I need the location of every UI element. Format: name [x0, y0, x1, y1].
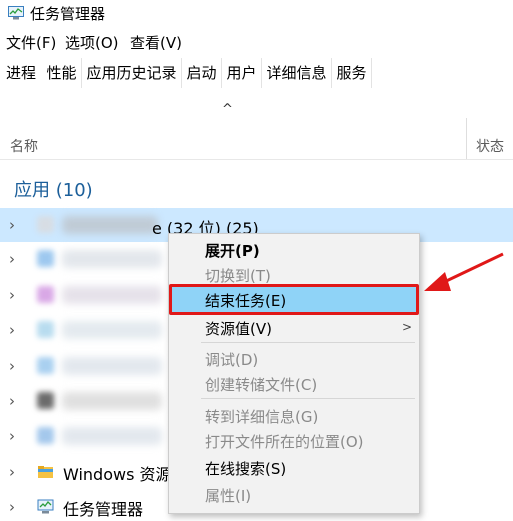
title-bar: 任务管理器 — [0, 0, 513, 26]
app-icon — [37, 392, 54, 409]
blurred-name — [62, 427, 162, 445]
menu-item-properties[interactable]: 属性(I) — [205, 485, 251, 506]
chevron-right-icon[interactable]: › — [9, 321, 15, 339]
tab-users[interactable]: 用户 — [222, 58, 262, 88]
process-name: 任务管理器 — [63, 500, 144, 519]
blurred-name — [62, 216, 158, 234]
menu-view[interactable]: 查看(V) — [130, 32, 182, 53]
blurred-name — [62, 321, 162, 339]
menu-item-open-file-location[interactable]: 打开文件所在的位置(O) — [205, 431, 364, 452]
chevron-right-icon[interactable]: › — [9, 463, 15, 481]
menu-item-resource-values[interactable]: 资源值(V) — [205, 318, 272, 339]
app-icon — [37, 286, 54, 303]
app-icon — [37, 250, 54, 267]
app-icon — [37, 427, 54, 444]
tab-startup[interactable]: 启动 — [182, 58, 222, 88]
blurred-name — [62, 286, 162, 304]
tab-app-history[interactable]: 应用历史记录 — [82, 58, 182, 88]
menu-file[interactable]: 文件(F) — [6, 32, 56, 53]
tab-details[interactable]: 详细信息 — [262, 58, 332, 88]
menu-options[interactable]: 选项(O) — [65, 32, 119, 53]
column-header-name[interactable]: 名称 — [10, 136, 38, 156]
menu-separator — [201, 342, 415, 343]
chevron-right-icon[interactable]: › — [9, 498, 15, 516]
tab-performance[interactable]: 性能 — [42, 58, 82, 88]
menu-item-create-dump[interactable]: 创建转储文件(C) — [205, 374, 317, 395]
menu-item-go-to-details[interactable]: 转到详细信息(G) — [205, 406, 318, 427]
column-header-row: 名称 状态 — [0, 128, 513, 160]
app-icon — [37, 216, 54, 233]
sort-chevron-icon[interactable]: ^ — [222, 102, 233, 117]
context-menu: 展开(P) 切换到(T) 结束任务(E) 资源值(V) > 调试(D) 创建转储… — [168, 233, 420, 514]
chevron-right-icon[interactable]: › — [9, 286, 15, 304]
blurred-name — [62, 250, 162, 268]
task-manager-icon — [8, 6, 24, 20]
menu-item-end-task[interactable]: 结束任务(E) — [205, 290, 286, 311]
app-icon — [37, 321, 54, 338]
chevron-right-icon[interactable]: › — [9, 392, 15, 410]
blurred-name — [62, 357, 162, 375]
group-header-apps: 应用 (10) — [14, 180, 93, 201]
menu-item-search-online[interactable]: 在线搜索(S) — [205, 458, 286, 479]
chevron-right-icon[interactable]: › — [9, 427, 15, 445]
column-header-status[interactable]: 状态 — [476, 136, 504, 156]
tab-services[interactable]: 服务 — [332, 58, 372, 88]
chevron-right-icon: > — [402, 320, 413, 334]
menu-separator — [201, 398, 415, 399]
menu-item-switch-to[interactable]: 切换到(T) — [205, 265, 271, 286]
tab-bar: 进程 性能 应用历史记录 启动 用户 详细信息 服务 — [0, 58, 513, 88]
chevron-right-icon[interactable]: › — [9, 357, 15, 375]
folder-icon — [38, 466, 53, 478]
chevron-right-icon[interactable]: › — [9, 216, 15, 234]
menu-item-debug[interactable]: 调试(D) — [205, 349, 258, 370]
menu-item-expand[interactable]: 展开(P) — [205, 240, 260, 261]
tab-processes[interactable]: 进程 — [0, 58, 42, 88]
app-icon — [37, 357, 54, 374]
blurred-name — [62, 392, 162, 410]
window-title: 任务管理器 — [30, 5, 106, 23]
chevron-right-icon[interactable]: › — [9, 250, 15, 268]
task-manager-icon — [37, 499, 54, 514]
